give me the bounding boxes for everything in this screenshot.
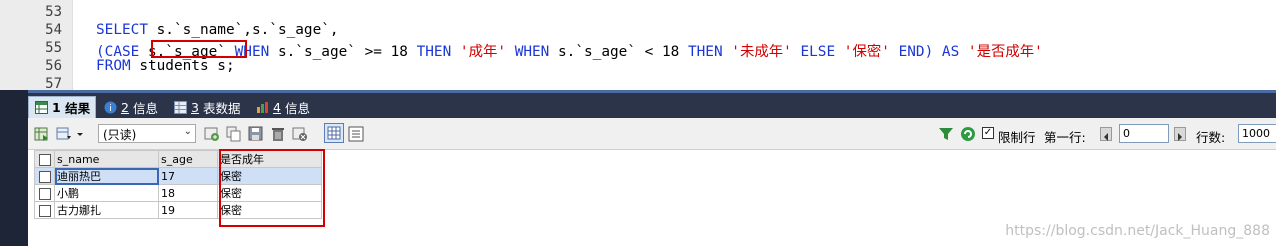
code-text: students s; [130,58,235,74]
keyword: THEN [416,44,452,60]
checkbox-icon [38,153,51,166]
keyword: END) [889,44,934,60]
string-literal: '成年' [451,44,507,60]
cancel-changes-icon[interactable] [292,126,308,142]
checkbox-icon [38,187,51,200]
tab-messages[interactable]: i 2 信息 [104,96,158,118]
code-text: s.`s_name`,s.`s_age`, [147,22,339,38]
column-header[interactable]: s_age [158,150,218,168]
first-row-input[interactable]: 0 [1119,124,1169,143]
tab-label: 信息 [284,100,310,116]
delete-icon[interactable] [270,126,286,142]
keyword: AS [933,44,960,60]
tab-num: 1 [52,100,61,115]
watermark: https://blog.csdn.net/Jack_Huang_888 [1005,223,1270,239]
add-row-icon[interactable] [204,126,220,142]
filter-icon[interactable] [938,126,954,142]
svg-text:i: i [109,104,112,114]
readonly-select[interactable]: (只读) ⌄ [98,124,196,143]
checkbox-icon [38,204,51,217]
keyword: FROM [96,58,131,74]
info-icon: i [104,101,117,114]
limit-rows-checkbox[interactable]: ✓ [982,127,994,139]
chart-icon [256,101,269,114]
result-grid: s_name s_age 是否成年 迪丽热巴 17 保密 小鹏 18 保密 古力… [28,149,1276,246]
result-tab-bar: 1 结果 i 2 信息 3 表数据 4 信息 [28,90,1276,118]
grid-icon [35,101,48,114]
tab-num: 3 [191,99,199,115]
checkbox-icon [38,170,51,183]
rows-label: 行数: [1196,130,1226,145]
keyword: THEN [687,44,723,60]
keyword: SELECT [96,22,148,38]
tab-label: 信息 [132,100,158,116]
line-number: 56 [45,58,62,74]
chevron-down-icon[interactable] [76,126,84,142]
table-cell[interactable]: 19 [158,201,218,219]
table-cell[interactable]: 18 [158,184,218,202]
string-literal: '未成年' [722,44,792,60]
table-cell[interactable]: 古力娜扎 [54,201,159,219]
line-number: 55 [45,40,62,56]
tab-label: 结果 [65,101,91,116]
code-text: s.`s_age` >= 18 [269,44,417,60]
keyword: WHEN [506,44,550,60]
chevron-down-icon: ⌄ [183,126,192,137]
grid-options-icon[interactable] [56,126,72,142]
line-number: 57 [45,76,62,90]
tab-table-data[interactable]: 3 表数据 [174,96,240,118]
tab-label: 表数据 [202,100,241,116]
table-cell[interactable]: 小鹏 [54,184,159,202]
tab-num: 2 [121,99,129,115]
row-checkbox[interactable] [34,184,55,202]
result-toolbar: (只读) ⌄ ✓ 限制行 第一行: 0 行数: 1000 [28,118,1276,150]
tab-results[interactable]: 1 结果 [28,96,96,118]
line-number-gutter: 53 54 55 56 57 [0,0,73,90]
rows-input[interactable]: 1000 [1238,124,1276,143]
sql-editor[interactable]: 53 54 55 56 57 SELECT s.`s_name`,s.`s_ag… [0,0,1276,90]
select-all-checkbox[interactable] [34,150,55,168]
line-number: 54 [45,22,62,38]
duplicate-row-icon[interactable] [226,126,242,142]
row-checkbox[interactable] [34,201,55,219]
form-view-icon[interactable] [348,126,364,142]
table-icon [174,100,187,114]
table-cell[interactable]: 17 [158,167,218,185]
prev-page-icon[interactable] [1100,127,1112,141]
export-icon[interactable] [34,126,50,142]
code-text: s.`s_age` < 18 [549,44,688,60]
limit-rows-label: 限制行 [998,130,1036,145]
grid-view-icon[interactable] [324,123,344,143]
string-literal: '保密' [835,44,890,60]
column-header[interactable]: s_name [54,150,159,168]
first-row-label: 第一行: [1044,130,1086,145]
table-cell[interactable]: 迪丽热巴 [54,167,159,185]
readonly-select-value: (只读) [103,128,137,142]
tab-info[interactable]: 4 信息 [256,96,310,118]
next-page-icon[interactable] [1174,127,1186,141]
highlight-box [151,40,247,58]
save-icon[interactable] [248,126,264,142]
row-checkbox[interactable] [34,167,55,185]
line-number: 53 [45,4,62,20]
string-literal: '是否成年' [959,44,1043,60]
code-line-54: SELECT s.`s_name`,s.`s_age`, [96,22,339,38]
keyword: ELSE [791,44,836,60]
tab-num: 4 [273,99,281,115]
code-line-56: FROM students s; [96,58,235,74]
refresh-icon[interactable] [960,126,976,142]
highlight-box [219,149,325,227]
